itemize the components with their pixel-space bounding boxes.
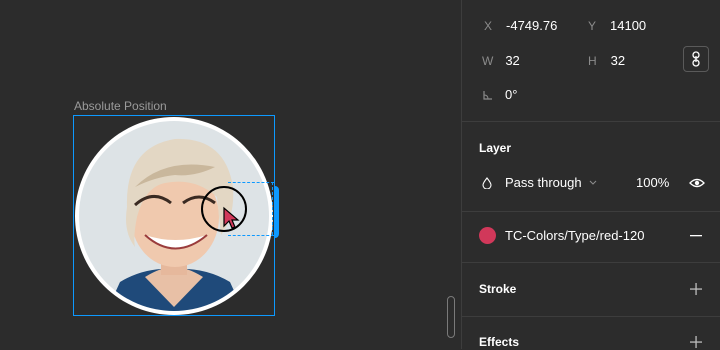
effects-section-title: Effects: [479, 335, 520, 349]
opacity-field[interactable]: 100%: [636, 175, 669, 190]
stroke-section-title: Stroke: [479, 282, 517, 296]
resize-handle[interactable]: [274, 186, 279, 238]
x-value[interactable]: -4749.76: [506, 18, 557, 33]
w-value[interactable]: 32: [505, 53, 519, 68]
layer-section-title: Layer: [479, 141, 512, 155]
blend-drop-icon: [482, 176, 492, 189]
measure-guide-bottom: [228, 235, 274, 236]
y-label: Y: [588, 18, 597, 33]
canvas-scrollbar[interactable]: [447, 296, 455, 338]
fill-style-row[interactable]: TC-Colors/Type/red-120: [479, 227, 644, 244]
pointer-cursor-icon: [223, 206, 240, 229]
measure-guide-right: [272, 182, 273, 235]
chevron-down-icon: [589, 180, 596, 185]
frame-label: Absolute Position: [74, 99, 167, 113]
opacity-value[interactable]: 100%: [636, 175, 669, 190]
divider: [462, 121, 720, 122]
link-icon: [692, 51, 700, 67]
add-stroke-button[interactable]: [688, 281, 704, 297]
design-canvas[interactable]: Absolute Position: [0, 0, 461, 349]
visibility-toggle[interactable]: [687, 175, 707, 191]
y-field[interactable]: Y 14100: [588, 18, 646, 33]
eye-icon: [689, 178, 705, 188]
x-label: X: [484, 18, 493, 33]
design-panel: X -4749.76 Y 14100 W 32 H 32 0° Layer Pa…: [461, 0, 720, 349]
measure-guide-top: [228, 182, 274, 183]
fill-style-name: TC-Colors/Type/red-120: [505, 228, 645, 243]
x-field[interactable]: X -4749.76: [484, 18, 557, 33]
rotation-field[interactable]: 0°: [483, 87, 517, 102]
h-label: H: [588, 53, 597, 68]
w-label: W: [482, 53, 494, 68]
divider: [462, 211, 720, 212]
y-value[interactable]: 14100: [610, 18, 646, 33]
h-field[interactable]: H 32: [588, 53, 625, 68]
plus-icon: [690, 336, 702, 348]
rotation-angle-icon: [483, 90, 492, 100]
remove-fill-button[interactable]: [688, 228, 704, 244]
blend-mode-value: Pass through: [505, 175, 582, 190]
divider: [462, 316, 720, 317]
plus-icon: [690, 283, 702, 295]
blend-mode-select[interactable]: Pass through: [482, 175, 597, 190]
minus-icon: [690, 235, 702, 237]
divider: [462, 262, 720, 263]
w-field[interactable]: W 32: [482, 53, 520, 68]
constrain-proportions-button[interactable]: [683, 46, 709, 72]
h-value[interactable]: 32: [611, 53, 625, 68]
fill-color-swatch[interactable]: [479, 227, 496, 244]
rotation-value[interactable]: 0°: [505, 87, 517, 102]
add-effect-button[interactable]: [688, 334, 704, 350]
